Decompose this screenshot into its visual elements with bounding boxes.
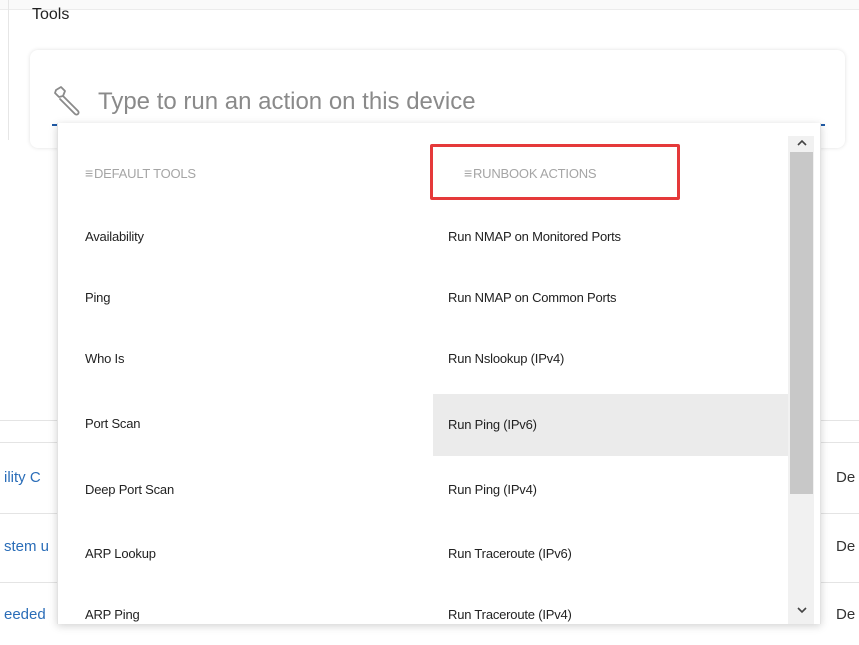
- table-cell: De: [836, 538, 856, 555]
- panel-left-border: [8, 0, 9, 140]
- runbook-action-item[interactable]: Run Nslookup (IPv4): [433, 329, 788, 389]
- default-tool-item[interactable]: Availability: [85, 207, 415, 267]
- scrollbar-thumb[interactable]: [790, 152, 813, 494]
- table-row-link[interactable]: stem u: [4, 538, 49, 555]
- default-tool-item[interactable]: Ping: [85, 268, 415, 328]
- runbook-action-item[interactable]: Run Traceroute (IPv4): [433, 585, 788, 645]
- chevron-up-icon[interactable]: [790, 136, 813, 154]
- annotation-highlight-box: [430, 144, 680, 200]
- default-tool-item[interactable]: ARP Lookup: [85, 524, 415, 584]
- search-input[interactable]: [96, 82, 800, 122]
- default-tool-item[interactable]: Deep Port Scan: [85, 460, 415, 520]
- wrench-icon: [52, 84, 84, 116]
- default-tool-item[interactable]: Who Is: [85, 329, 415, 389]
- default-tools-header: ≡DEFAULT TOOLS: [85, 165, 196, 181]
- chevron-down-icon[interactable]: [790, 603, 813, 621]
- default-tool-item[interactable]: ARP Ping: [85, 585, 415, 645]
- search-bar: [52, 80, 825, 126]
- runbook-action-item[interactable]: Run Ping (IPv4): [433, 460, 788, 520]
- menu-icon: ≡: [85, 165, 93, 181]
- table-cell: De: [836, 469, 856, 486]
- default-tools-header-label: DEFAULT TOOLS: [93, 166, 196, 181]
- runbook-action-item[interactable]: Run NMAP on Common Ports: [433, 268, 788, 328]
- runbook-action-item[interactable]: Run NMAP on Monitored Ports: [433, 207, 788, 267]
- table-cell: De: [836, 606, 856, 623]
- table-row-link[interactable]: ility C: [4, 469, 41, 486]
- runbook-action-item-hovered[interactable]: Run Ping (IPv6): [433, 394, 788, 456]
- page-title: Tools: [32, 6, 70, 23]
- runbook-action-item[interactable]: Run Traceroute (IPv6): [433, 524, 788, 584]
- window-top-bar: [0, 0, 859, 10]
- default-tool-item[interactable]: Port Scan: [85, 394, 415, 454]
- table-row-link[interactable]: eeded: [4, 606, 46, 623]
